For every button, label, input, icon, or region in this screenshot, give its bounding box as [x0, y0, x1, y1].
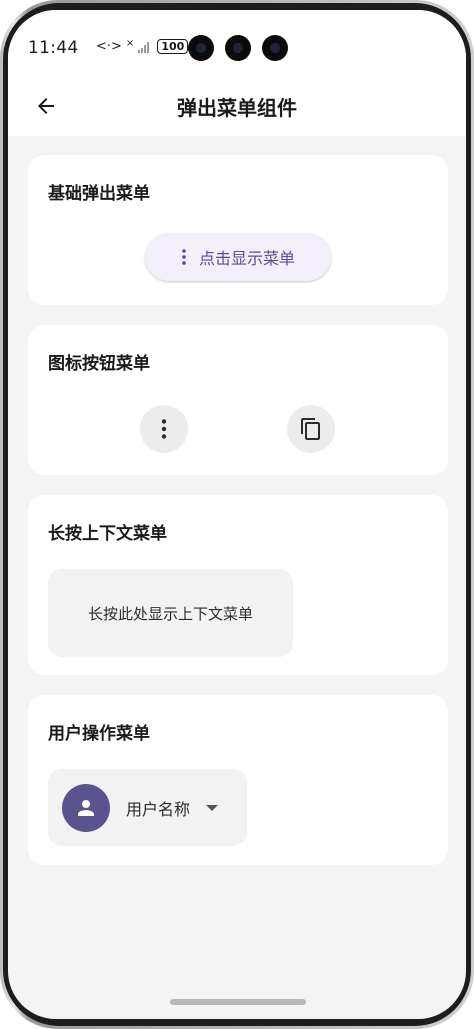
- user-menu-trigger[interactable]: 用户名称: [48, 769, 247, 846]
- status-time: 11:44: [28, 38, 79, 58]
- context-menu-card: 长按上下文菜单 长按此处显示上下文菜单: [28, 495, 448, 675]
- long-press-area[interactable]: 长按此处显示上下文菜单: [48, 569, 293, 657]
- card-title: 图标按钮菜单: [48, 354, 150, 374]
- card-title: 长按上下文菜单: [48, 524, 167, 544]
- more-vert-icon: [182, 249, 186, 265]
- card-title: 用户操作菜单: [48, 724, 150, 744]
- status-icons: <·> × 100: [96, 38, 195, 54]
- camera-icon: [225, 35, 251, 61]
- user-name: 用户名称: [126, 799, 191, 819]
- status-bar: 11:44 <·> × 100: [8, 10, 466, 76]
- card-title: 基础弹出菜单: [48, 184, 150, 204]
- copy-icon: [301, 418, 320, 440]
- network-icon: <·>: [96, 39, 122, 54]
- more-options-button[interactable]: [140, 405, 188, 453]
- camera-cutouts: [188, 35, 288, 61]
- copy-menu-button[interactable]: [287, 405, 335, 453]
- home-indicator[interactable]: [170, 999, 306, 1005]
- camera-icon: [188, 35, 214, 61]
- more-vert-icon: [161, 419, 167, 439]
- screen: 11:44 <·> × 100 弹出菜单组件 基础弹出菜单 点击显示菜单 图标按…: [8, 10, 466, 1019]
- signal-icon: [138, 41, 150, 53]
- app-bar: 弹出菜单组件: [8, 76, 466, 136]
- arrow-drop-down-icon: [206, 804, 219, 811]
- content: 基础弹出菜单 点击显示菜单 图标按钮菜单 长按上下文菜单 长按此处显示上下文菜单…: [28, 155, 448, 885]
- avatar: [62, 783, 110, 832]
- camera-icon: [262, 35, 288, 61]
- person-icon: [78, 799, 94, 816]
- show-menu-button[interactable]: 点击显示菜单: [145, 233, 331, 281]
- show-menu-label: 点击显示菜单: [198, 249, 295, 268]
- user-menu-card: 用户操作菜单 用户名称: [28, 695, 448, 865]
- no-sim-mark: ×: [125, 38, 135, 49]
- page-title: 弹出菜单组件: [177, 96, 297, 120]
- battery-icon: 100: [157, 39, 189, 54]
- basic-menu-card: 基础弹出菜单 点击显示菜单: [28, 155, 448, 305]
- icon-menu-card: 图标按钮菜单: [28, 325, 448, 475]
